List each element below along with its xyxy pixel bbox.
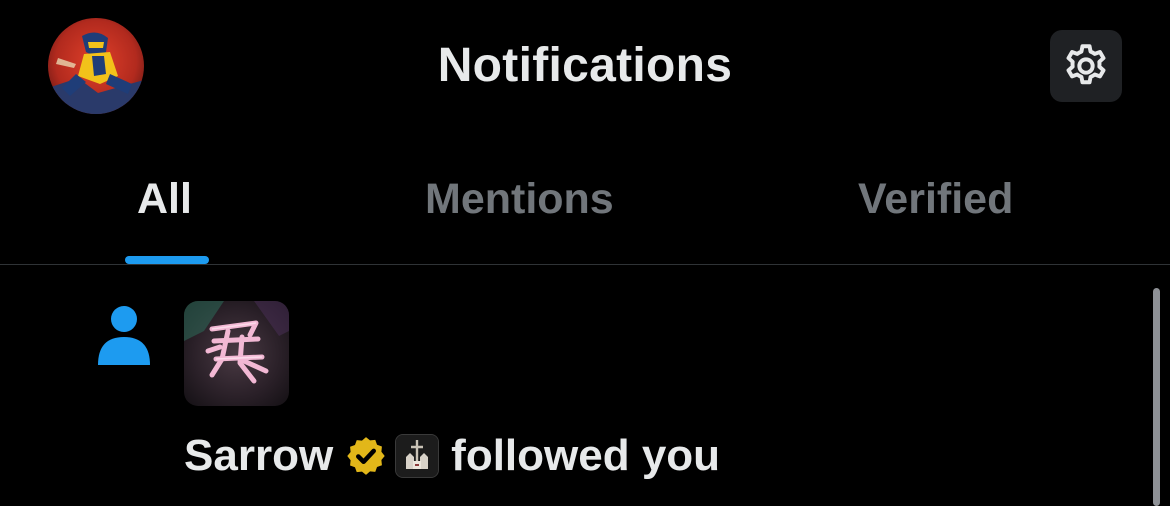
notification-action: followed you [451, 431, 721, 480]
notification-item[interactable]: Sarrow followed you [0, 265, 1150, 506]
tab-verified[interactable]: Verified [858, 175, 1013, 224]
scrollbar[interactable] [1153, 288, 1160, 506]
follower-avatar-image [184, 301, 289, 406]
person-icon [98, 306, 150, 365]
settings-button[interactable] [1050, 30, 1122, 102]
gear-icon [1066, 44, 1106, 85]
follower-name[interactable]: Sarrow [184, 431, 333, 481]
notification-tabs: All Mentions Verified [0, 135, 1170, 265]
follower-avatar[interactable] [184, 301, 289, 406]
notification-text: Sarrow followed you [184, 431, 720, 481]
gold-verified-badge-icon [347, 437, 385, 475]
active-tab-indicator [125, 256, 209, 264]
page-title: Notifications [437, 39, 733, 92]
tab-mentions[interactable]: Mentions [425, 175, 614, 224]
affiliate-badge-icon[interactable] [395, 434, 440, 478]
tab-all[interactable]: All [137, 175, 192, 224]
top-bar: Notifications [0, 0, 1170, 135]
